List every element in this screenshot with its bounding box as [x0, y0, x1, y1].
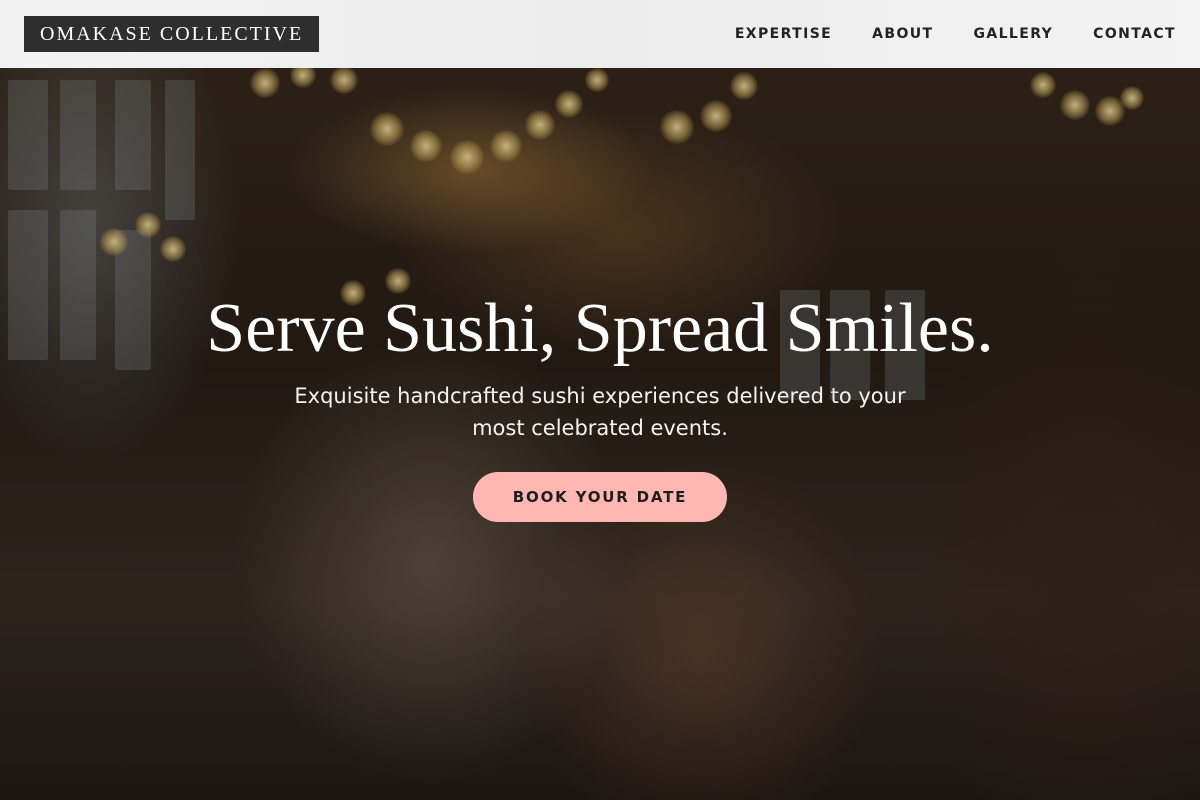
book-your-date-button[interactable]: BOOK YOUR DATE — [473, 472, 727, 522]
hero-subtitle: Exquisite handcrafted sushi experiences … — [294, 384, 906, 440]
nav-link-expertise[interactable]: EXPERTISE — [735, 26, 832, 42]
landing-page: OMAKASE COLLECTIVE EXPERTISE ABOUT GALLE… — [0, 0, 1200, 800]
site-header: OMAKASE COLLECTIVE EXPERTISE ABOUT GALLE… — [0, 0, 1200, 68]
nav-link-contact[interactable]: CONTACT — [1093, 26, 1176, 42]
hero-title: Serve Sushi, Spread Smiles. — [206, 290, 994, 367]
nav-link-about[interactable]: ABOUT — [872, 26, 933, 42]
site-logo[interactable]: OMAKASE COLLECTIVE — [24, 16, 320, 52]
nav-link-gallery[interactable]: GALLERY — [973, 26, 1053, 42]
hero-section: Serve Sushi, Spread Smiles. Exquisite ha… — [0, 288, 1200, 522]
main-nav: EXPERTISE ABOUT GALLERY CONTACT — [735, 0, 1176, 68]
